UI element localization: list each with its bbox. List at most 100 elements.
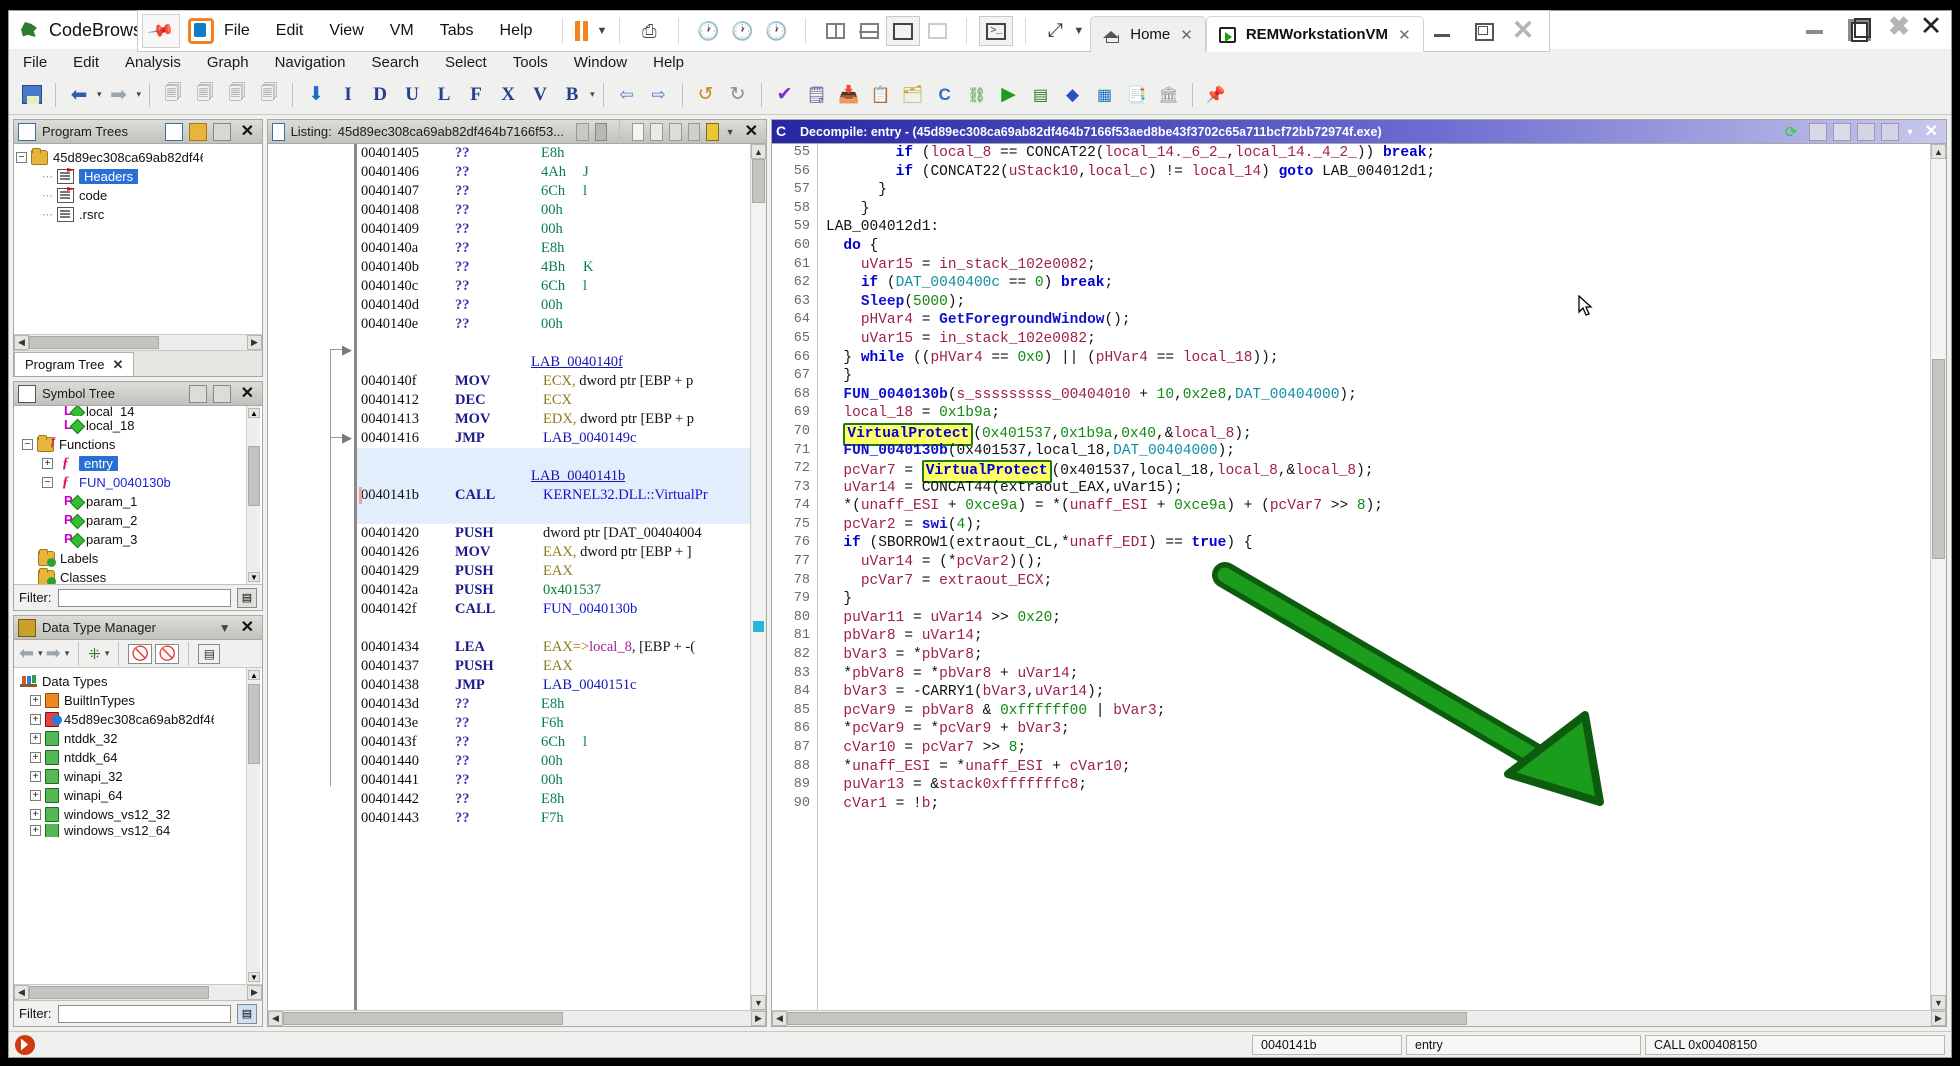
dtm-hscroll-thumb[interactable] bbox=[29, 986, 209, 999]
open-folder-icon[interactable] bbox=[188, 122, 207, 141]
decompiler-line[interactable]: pcVar7 = extraout_ECX; bbox=[826, 572, 1930, 591]
toolbar-letter-d-icon[interactable]: D bbox=[365, 80, 395, 110]
symbol-vscroll-up-arrow[interactable]: ▲ bbox=[248, 408, 260, 418]
vmware-tab-remworkstationvm[interactable]: REMWorkstationVM ✕ bbox=[1205, 16, 1424, 52]
dt-row-ntddk32[interactable]: + ntddk_32 bbox=[16, 729, 260, 748]
ghidra-minimize-button[interactable] bbox=[1803, 15, 1827, 39]
vm-menu-view[interactable]: View bbox=[329, 22, 363, 40]
dt-row-winvs1264[interactable]: + windows_vs12_64 bbox=[16, 824, 260, 837]
decompiler-line[interactable]: bVar3 = -CARRY1(bVar3,uVar14); bbox=[826, 683, 1930, 702]
decompiler-vscroll-up-arrow[interactable]: ▲ bbox=[1931, 144, 1946, 159]
decompiler-refresh-icon[interactable]: ⟳ bbox=[1785, 123, 1803, 141]
dtm-forward-dropdown-icon[interactable]: ▾ bbox=[65, 648, 70, 659]
listing-row[interactable]: LAB_0040140f bbox=[357, 353, 750, 372]
menu-help[interactable]: Help bbox=[653, 54, 684, 71]
symbol-row-classes[interactable]: Classes bbox=[16, 568, 260, 584]
forward-icon[interactable]: ➡ bbox=[104, 80, 134, 110]
listing-row[interactable]: 00401405?? E8h bbox=[357, 144, 750, 163]
dtm-back-dropdown-icon[interactable]: ▾ bbox=[38, 648, 43, 659]
symbol-tree-vscrollbar[interactable]: ▲ ▼ bbox=[246, 406, 260, 584]
listing-menu-icon[interactable]: ▼ bbox=[726, 127, 735, 137]
symbol-row-entry[interactable]: + ƒ entry bbox=[16, 454, 260, 473]
decompiler-vscroll-down-arrow[interactable]: ▼ bbox=[1931, 995, 1946, 1010]
hscroll-thumb[interactable] bbox=[29, 336, 159, 349]
dt-row-ntddk64[interactable]: + ntddk_64 bbox=[16, 748, 260, 767]
script-manager-icon[interactable]: 📑 bbox=[1122, 80, 1152, 110]
decompiler-line[interactable]: bVar3 = *pbVar8; bbox=[826, 646, 1930, 665]
listing-row[interactable]: 0040140e?? 00h bbox=[357, 315, 750, 334]
listing-row[interactable]: 00401406?? 4Ah J bbox=[357, 163, 750, 182]
dtm-hscroll-left-arrow[interactable]: ◀ bbox=[14, 985, 29, 1000]
dtm-hscroll-right-arrow[interactable]: ▶ bbox=[247, 985, 262, 1000]
export-icon[interactable]: 📥 bbox=[834, 80, 864, 110]
listing-row[interactable]: 00401416 JMP LAB_0040149c bbox=[357, 429, 750, 448]
functions-collapse-icon[interactable]: − bbox=[22, 439, 33, 450]
decompiler-options-icon[interactable] bbox=[1880, 122, 1899, 141]
listing-row[interactable]: 00401426 MOV EAX, dword ptr [EBP + ] bbox=[357, 543, 750, 562]
vm-menu-edit[interactable]: Edit bbox=[276, 22, 304, 40]
listing-row[interactable]: 00401438 JMP LAB_0040151c bbox=[357, 676, 750, 695]
vmware-fullscreen-button[interactable] bbox=[886, 16, 921, 46]
toolbar-letter-x-icon[interactable]: X bbox=[493, 80, 523, 110]
listing-row[interactable]: 00401441?? 00h bbox=[357, 771, 750, 790]
dtm-menu-icon[interactable]: ▼ bbox=[219, 621, 231, 635]
decompiler-line[interactable]: pHVar4 = GetForegroundWindow(); bbox=[826, 311, 1930, 330]
decompiler-line[interactable]: if (local_8 == CONCAT22(local_14._6_2_,l… bbox=[826, 144, 1930, 163]
hscroll-left-arrow[interactable]: ◀ bbox=[14, 335, 29, 350]
vm-menu-vm[interactable]: VM bbox=[390, 22, 414, 40]
decompiler-line[interactable]: FUN_0040130b(0x401537,local_18,DAT_00404… bbox=[826, 442, 1930, 461]
save-icon[interactable] bbox=[17, 80, 47, 110]
decompiler-line[interactable]: *unaff_ESI = *unaff_ESI + cVar10; bbox=[826, 758, 1930, 777]
listing-row[interactable]: 00401420 PUSH dword ptr [DAT_00404004 bbox=[357, 524, 750, 543]
program-tree-item-headers[interactable]: Headers bbox=[79, 169, 139, 184]
decompiler-line[interactable]: *pbVar8 = *pbVar8 + uVar14; bbox=[826, 665, 1930, 684]
edit-symbol-icon[interactable] bbox=[188, 384, 207, 403]
new-tree-icon[interactable] bbox=[164, 122, 183, 141]
symbol-row-param1[interactable]: P param_1 bbox=[16, 492, 260, 511]
listing-row[interactable]: 00401413 MOV EDX, dword ptr [EBP + p bbox=[357, 410, 750, 429]
listing-row[interactable]: 00401412 DEC ECX bbox=[357, 391, 750, 410]
decompiler-code-area[interactable]: if (local_8 == CONCAT22(local_14._6_2_,l… bbox=[818, 144, 1930, 1010]
symbol-vscroll-down-arrow[interactable]: ▼ bbox=[248, 572, 260, 582]
dtm-vscroll-down-arrow[interactable]: ▼ bbox=[248, 972, 260, 982]
decompiler-hscrollbar[interactable]: ◀ ▶ bbox=[772, 1010, 1946, 1026]
listing-operand-label[interactable]: LAB_0040151c bbox=[543, 676, 636, 695]
listing-row[interactable]: 00401429 PUSH EAX bbox=[357, 562, 750, 581]
decompiler-line[interactable]: if (DAT_0040400c == 0) break; bbox=[826, 274, 1930, 293]
dt-expand-icon[interactable]: + bbox=[30, 825, 41, 836]
decompiler-line[interactable]: cVar10 = pcVar7 >> 8; bbox=[826, 739, 1930, 758]
decompiler-menu-icon[interactable]: ▼ bbox=[1906, 127, 1915, 137]
decompiler-line[interactable]: uVar15 = in_stack_102e0082; bbox=[826, 330, 1930, 349]
decompiler-line[interactable]: LAB_004012d1: bbox=[826, 218, 1930, 237]
listing-row[interactable]: 0040143f?? 6Ch l bbox=[357, 733, 750, 752]
decompiler-icon[interactable]: C bbox=[930, 80, 960, 110]
decompiler-export-icon[interactable] bbox=[1832, 122, 1851, 141]
dtm-filter-options-icon[interactable]: ▤ bbox=[237, 1003, 257, 1024]
listing-label[interactable]: LAB_0040141b bbox=[531, 467, 625, 486]
decompiler-hscroll-thumb[interactable] bbox=[787, 1012, 1467, 1025]
decompiler-hscroll-right-arrow[interactable]: ▶ bbox=[1931, 1011, 1946, 1026]
listing-vscrollbar[interactable]: ▲ ▼ bbox=[750, 144, 766, 1010]
listing-snapshot-icon[interactable] bbox=[668, 122, 682, 141]
decompiler-line[interactable]: *pcVar9 = *pcVar9 + bVar3; bbox=[826, 720, 1930, 739]
dt-row-builtin[interactable]: + BuiltInTypes bbox=[16, 691, 260, 710]
decompiler-vscrollbar[interactable]: ▲ ▼ bbox=[1930, 144, 1946, 1010]
listing-vscroll-thumb[interactable] bbox=[752, 159, 765, 203]
decompiler-line[interactable]: pbVar8 = uVar14; bbox=[826, 627, 1930, 646]
tab-program-tree[interactable]: Program Tree ✕ bbox=[14, 352, 135, 376]
goto-address-icon[interactable]: ⬇ bbox=[301, 80, 331, 110]
dtm-new-dropdown-icon[interactable]: ▾ bbox=[105, 648, 110, 659]
listing-operand-var[interactable]: local_8 bbox=[589, 638, 632, 657]
function-graph-icon[interactable]: ⛓ bbox=[962, 80, 992, 110]
decompiler-close-icon[interactable]: ✕ bbox=[1921, 123, 1942, 140]
menu-analysis[interactable]: Analysis bbox=[125, 54, 181, 71]
decompiler-line[interactable]: } bbox=[826, 590, 1930, 609]
listing-lock-icon[interactable] bbox=[687, 122, 701, 141]
vmware-console-button[interactable]: >_ bbox=[979, 16, 1014, 46]
checkmark-icon[interactable]: ✔ bbox=[770, 80, 800, 110]
host-restore-button[interactable] bbox=[1848, 14, 1874, 42]
pin-icon[interactable]: 📌 bbox=[1201, 80, 1231, 110]
host-close-button[interactable]: ✕ bbox=[1918, 13, 1944, 40]
decompiler-line[interactable]: } bbox=[826, 367, 1930, 386]
symbol-row-local18[interactable]: L local_18 bbox=[16, 416, 260, 435]
